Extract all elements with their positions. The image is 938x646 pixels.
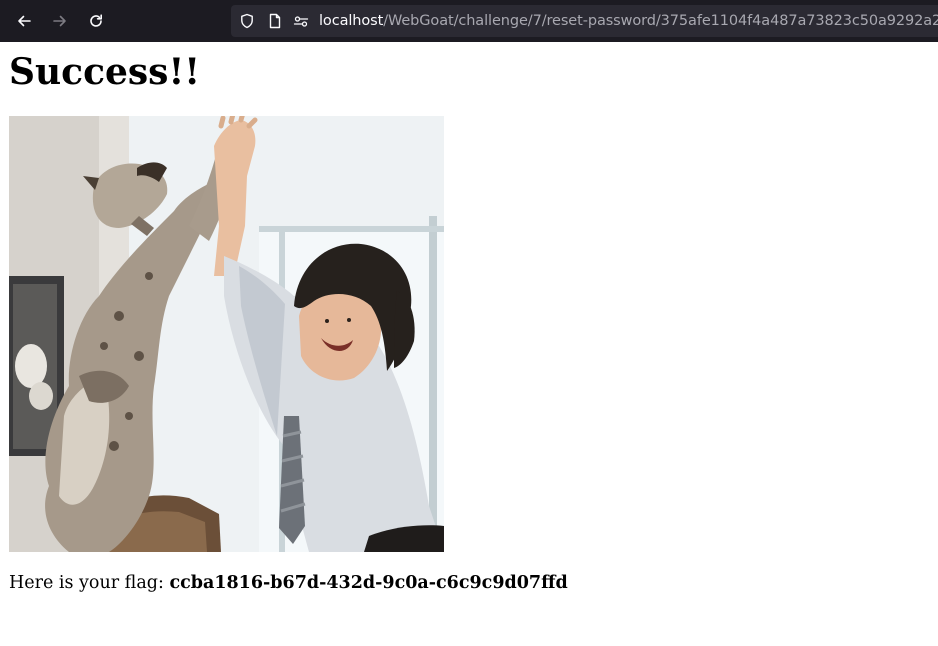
flag-line: Here is your flag: ccba1816-b67d-432d-9c… bbox=[9, 573, 568, 593]
flag-label: Here is your flag: bbox=[9, 573, 170, 593]
success-image bbox=[9, 116, 444, 552]
high-five-illustration bbox=[9, 116, 444, 552]
page-title: Success!! bbox=[9, 51, 201, 93]
forward-arrow-icon bbox=[53, 15, 66, 27]
shield-icon[interactable] bbox=[239, 13, 255, 29]
address-bar[interactable]: localhost/WebGoat/challenge/7/reset-pass… bbox=[231, 5, 938, 37]
reload-icon bbox=[90, 14, 102, 27]
url-host: localhost bbox=[319, 13, 384, 29]
connection-icon[interactable] bbox=[293, 13, 309, 29]
back-button[interactable] bbox=[10, 7, 38, 35]
url-text[interactable]: localhost/WebGoat/challenge/7/reset-pass… bbox=[319, 13, 938, 29]
back-arrow-icon bbox=[18, 15, 31, 27]
browser-toolbar: localhost/WebGoat/challenge/7/reset-pass… bbox=[0, 0, 938, 42]
flag-value: ccba1816-b67d-432d-9c0a-c6c9c9d07ffd bbox=[169, 573, 568, 593]
page-icon[interactable] bbox=[267, 13, 283, 29]
reload-button[interactable] bbox=[82, 7, 110, 35]
forward-button[interactable] bbox=[46, 7, 74, 35]
url-path: /WebGoat/challenge/7/reset-password/375a… bbox=[383, 13, 938, 29]
